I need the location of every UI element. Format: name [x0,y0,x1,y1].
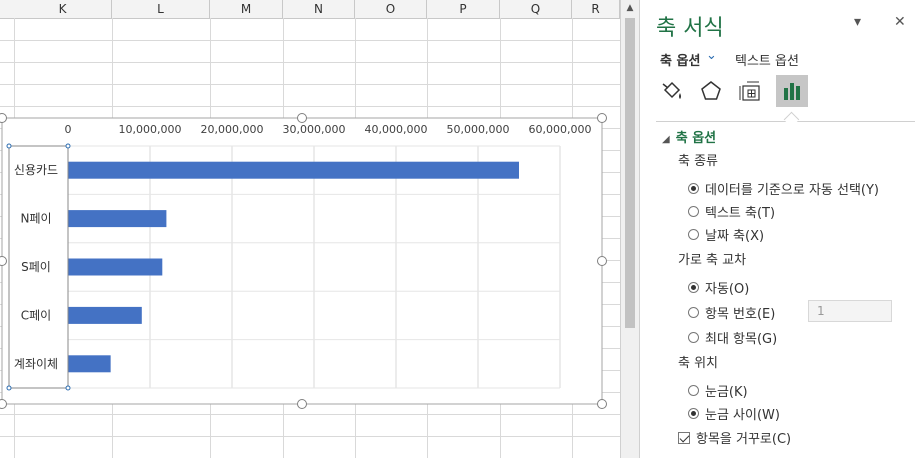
x-tick-label: 20,000,000 [201,123,264,136]
chart-resize-handle[interactable] [597,113,607,123]
triangle-down-icon[interactable]: ▾ [854,14,861,30]
radio-between-tick-marks[interactable]: 눈금 사이(W) [688,404,780,423]
format-axis-pane: 축 서식 ▾ ✕ 축 옵션 ⌄ 텍스트 옵션 ◢ 축 옵션 축 종류 데이터를 기… [639,0,924,458]
collapse-triangle-icon: ◢ [662,134,670,145]
tab-axis-options[interactable]: 축 옵션 [660,50,700,69]
bar-1[interactable] [68,161,519,179]
category-label: N페이 [20,212,51,226]
chart-resize-handle[interactable] [0,256,7,266]
bar-5[interactable] [68,355,111,373]
axis-selection-handle[interactable] [65,143,71,149]
axis-selection-handle[interactable] [6,143,12,149]
worksheet-area[interactable]: KLMNOPQR 0 10,000,000 20,000,000 30,000,000… [0,0,620,458]
axis-selection-handle[interactable] [65,385,71,391]
chevron-down-icon[interactable]: ⌄ [706,48,717,63]
axis-type-label: 축 종류 [678,154,719,169]
radio-date-axis[interactable]: 날짜 축(X) [688,225,764,244]
reverse-order-checkbox[interactable]: 항목을 거꾸로(C) [678,428,791,447]
radio-button[interactable] [688,385,699,396]
radio-button[interactable] [688,206,699,217]
checkbox[interactable] [678,431,690,444]
radio-auto-select[interactable]: 데이터를 기준으로 자동 선택(Y) [688,179,879,198]
x-tick-label: 50,000,000 [447,123,510,136]
radio-button[interactable] [688,408,699,419]
x-tick-label: 40,000,000 [365,123,428,136]
crosses-label: 가로 축 교차 [678,253,747,268]
radio-button[interactable] [688,332,699,343]
tab-text-options[interactable]: 텍스트 옵션 [735,50,799,69]
size-properties-icon[interactable] [735,75,767,107]
category-label: C페이 [21,308,51,322]
radio-button[interactable] [688,229,699,240]
selected-tab-pointer [783,111,800,128]
x-tick-label: 60,000,000 [529,123,592,136]
pane-title: 축 서식 [656,16,724,41]
bar-4[interactable] [68,306,142,324]
bar-2[interactable] [68,210,167,228]
x-tick-label: 30,000,000 [283,123,346,136]
chart-resize-handle[interactable] [297,113,307,123]
radio-button[interactable] [688,183,699,194]
bar-chart[interactable]: 0 10,000,000 20,000,000 30,000,000 40,000,00… [0,0,620,458]
radio-crosses-category[interactable]: 항목 번호(E) [688,303,775,322]
chart-resize-handle[interactable] [297,399,307,409]
category-label: 신용카드 [14,163,58,177]
scroll-up-arrow-icon[interactable]: ▲ [621,0,639,16]
radio-button[interactable] [688,307,699,318]
category-label: 계좌이체 [14,357,58,371]
axis-position-label: 축 위치 [678,356,719,371]
vertical-scrollbar[interactable]: ▲ [620,0,639,458]
chart-resize-handle[interactable] [597,256,607,266]
axis-selection-handle[interactable] [6,385,12,391]
chart-resize-handle[interactable] [0,399,7,409]
radio-crosses-max[interactable]: 최대 항목(G) [688,328,777,347]
x-tick-label: 10,000,000 [119,123,182,136]
section-title: 축 옵션 [675,131,717,146]
radio-text-axis[interactable]: 텍스트 축(T) [688,202,775,221]
category-label: S페이 [21,260,51,274]
axis-options-bar-icon[interactable] [776,75,808,107]
x-tick-label: 0 [65,123,72,136]
effects-pentagon-icon[interactable] [695,75,727,107]
axis-options-section[interactable]: ◢ 축 옵션 [662,127,716,146]
scrollbar-thumb[interactable] [625,18,635,328]
chart-resize-handle[interactable] [597,399,607,409]
chart-resize-handle[interactable] [0,113,7,123]
bar-3[interactable] [68,258,163,276]
radio-crosses-auto[interactable]: 자동(O) [688,278,749,297]
fill-line-icon[interactable] [656,75,688,107]
radio-on-tick-marks[interactable]: 눈금(K) [688,381,748,400]
radio-button[interactable] [688,282,699,293]
close-icon[interactable]: ✕ [894,14,906,30]
category-number-input[interactable]: 1 [808,300,892,322]
